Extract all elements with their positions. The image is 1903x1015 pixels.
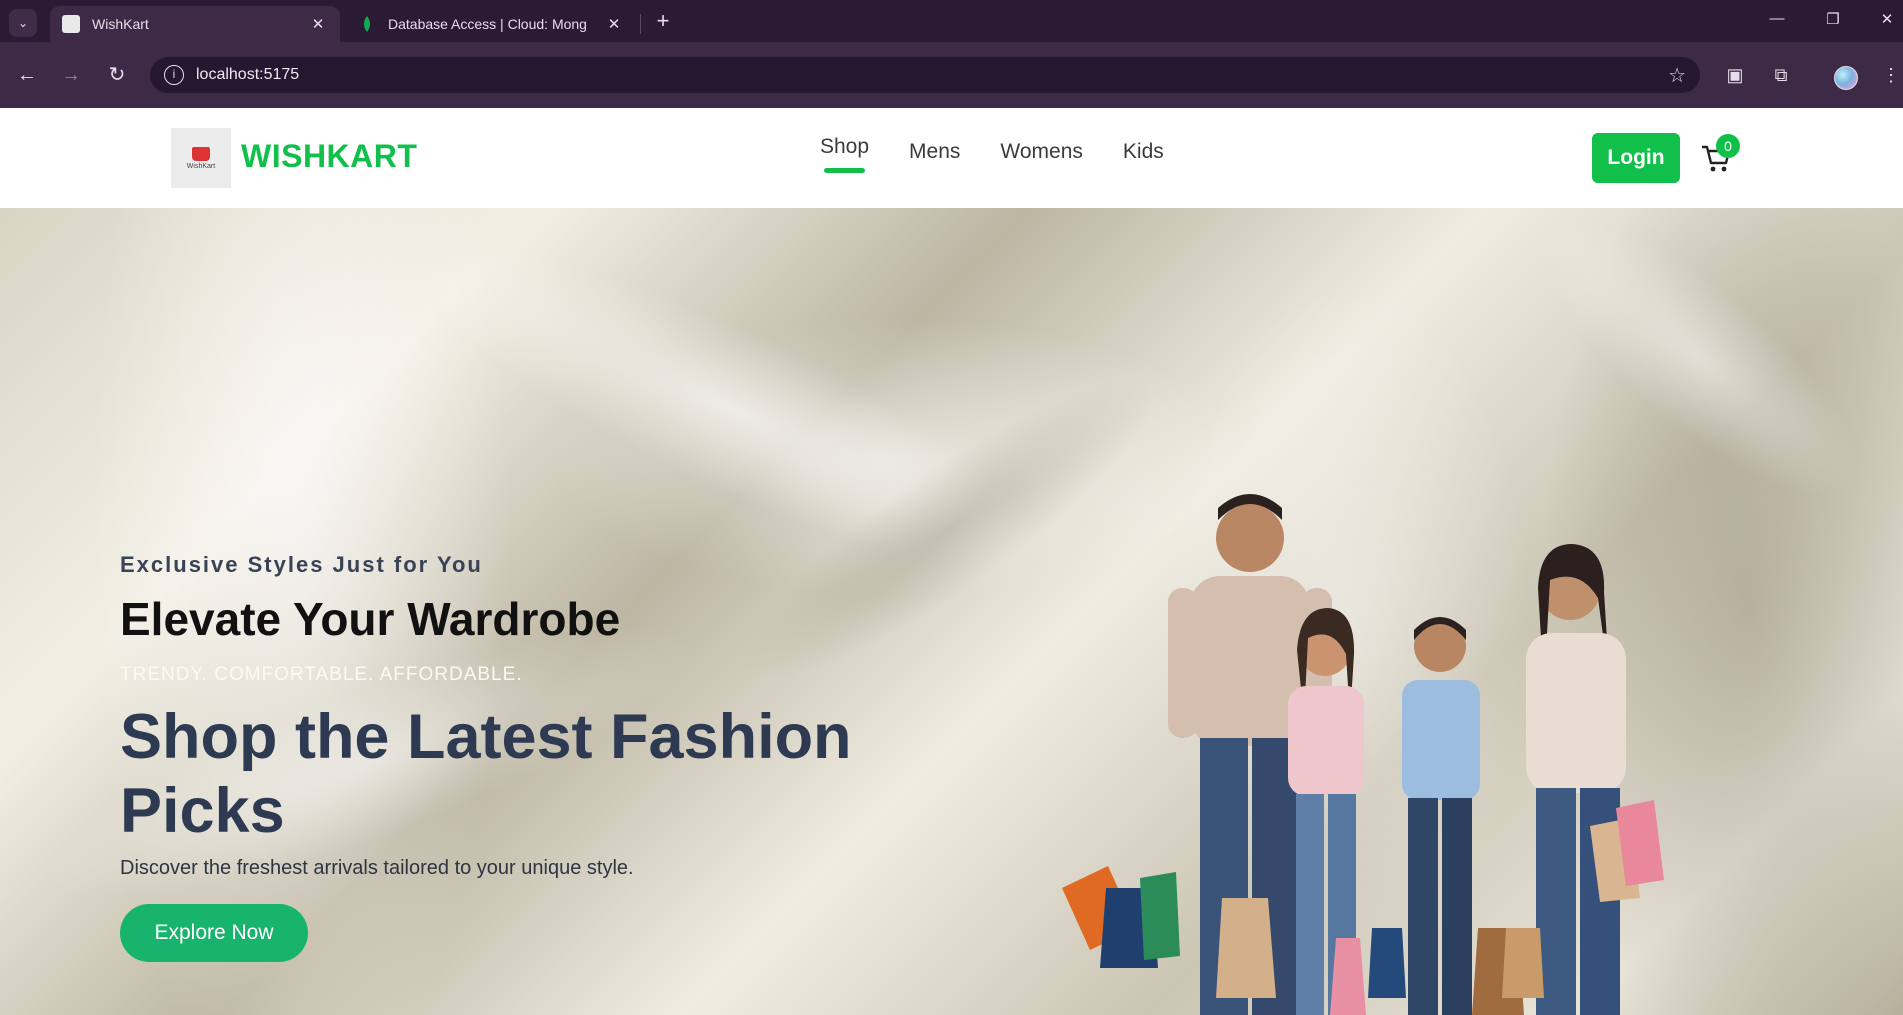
new-tab-plus-icon[interactable]: + <box>652 10 674 32</box>
reload-icon[interactable]: ↻ <box>102 60 132 90</box>
address-bar[interactable]: i localhost:5175 ☆ <box>150 57 1700 93</box>
nav-womens[interactable]: Womens <box>1000 140 1082 164</box>
webpage: WishKart WISHKART Shop Mens Womens Kids … <box>0 108 1903 1015</box>
login-button[interactable]: Login <box>1592 133 1680 183</box>
explore-now-button[interactable]: Explore Now <box>120 904 308 962</box>
forward-arrow-icon[interactable]: → <box>56 60 86 90</box>
tab-search-button[interactable]: ⌄ <box>9 9 37 37</box>
tab-title: Database Access | Cloud: Mong <box>388 16 587 32</box>
more-menu-icon[interactable]: ⋮ <box>1880 64 1902 86</box>
brand-name[interactable]: WISHKART <box>241 138 417 175</box>
wishkart-favicon-icon <box>62 15 80 33</box>
logo-mini-text: WishKart <box>186 162 216 170</box>
hero-tagline: TRENDY. COMFORTABLE. AFFORDABLE. <box>120 664 523 685</box>
site-logo[interactable]: WishKart <box>171 128 231 188</box>
minimize-icon[interactable]: — <box>1762 10 1792 27</box>
nav-shop[interactable]: Shop <box>820 135 869 173</box>
hero-headline: Shop the Latest Fashion Picks <box>120 702 852 846</box>
cart-logo-icon <box>192 146 210 161</box>
hero-title: Elevate Your Wardrobe <box>120 593 621 645</box>
mongodb-leaf-icon <box>358 15 376 33</box>
tab-divider <box>640 14 641 34</box>
hero-eyebrow: Exclusive Styles Just for You <box>120 552 483 577</box>
nav-kids[interactable]: Kids <box>1123 140 1164 164</box>
woman-figure <box>1526 544 1626 1015</box>
boy-figure <box>1402 617 1480 1015</box>
close-icon[interactable]: ✕ <box>308 15 328 33</box>
hero-banner: Exclusive Styles Just for You Elevate Yo… <box>0 208 1903 1015</box>
family-shopping-image <box>1062 494 1664 1015</box>
profile-avatar[interactable] <box>1834 66 1858 90</box>
hero-description: Discover the freshest arrivals tailored … <box>120 857 634 879</box>
tab-database-access[interactable]: Database Access | Cloud: Mong ✕ <box>346 6 636 42</box>
main-nav: Shop Mens Womens Kids <box>820 135 1164 173</box>
site-header: WishKart WISHKART Shop Mens Womens Kids … <box>0 108 1903 208</box>
browser-tab-bar: ⌄ WishKart ✕ Database Access | Cloud: Mo… <box>0 0 1903 42</box>
nav-mens[interactable]: Mens <box>909 140 960 164</box>
tab-title: WishKart <box>92 16 149 32</box>
close-icon[interactable]: ✕ <box>604 15 624 33</box>
site-info-icon[interactable]: i <box>164 65 184 85</box>
bookmark-star-icon[interactable]: ☆ <box>1668 63 1686 88</box>
back-arrow-icon[interactable]: ← <box>12 60 42 90</box>
restore-icon[interactable]: ❐ <box>1818 10 1848 28</box>
browser-toolbar: ← → ↻ i localhost:5175 ☆ ▣ ⧉ ⋮ <box>0 42 1903 108</box>
close-window-icon[interactable]: ✕ <box>1872 10 1902 28</box>
url-text: localhost:5175 <box>196 66 300 83</box>
tab-wishkart[interactable]: WishKart ✕ <box>50 6 340 42</box>
cart-count-badge: 0 <box>1716 134 1740 158</box>
reading-mode-icon[interactable]: ▣ <box>1724 64 1746 86</box>
extensions-puzzle-icon[interactable]: ⧉ <box>1770 64 1792 86</box>
